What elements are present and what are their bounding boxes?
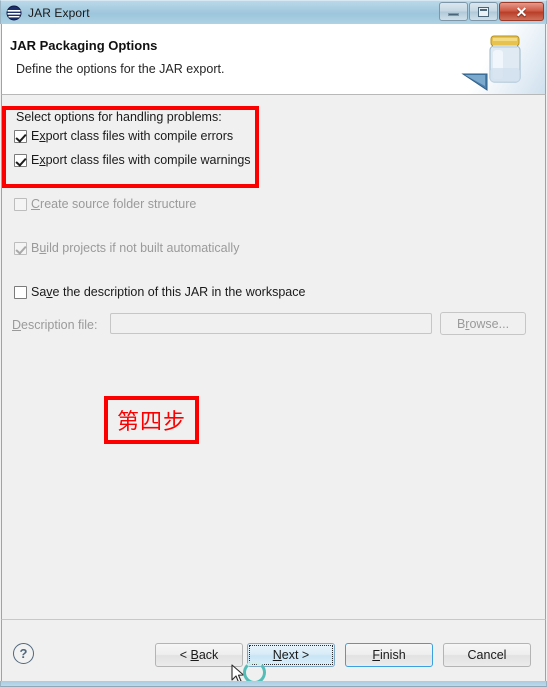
- window-bottom-chrome: [0, 681, 547, 687]
- window-title: JAR Export: [28, 5, 90, 20]
- checkbox-export-compile-errors[interactable]: Export class files with compile errors: [14, 129, 233, 143]
- page-title: JAR Packaging Options: [10, 38, 158, 53]
- jar-illustration-icon: [461, 35, 521, 91]
- checkbox-create-source-folder-structure: Create source folder structure: [14, 197, 196, 211]
- checkbox-label: Export class files with compile warnings: [31, 153, 251, 167]
- checkbox-save-description-in-workspace[interactable]: Save the description of this JAR in the …: [14, 285, 305, 299]
- checkbox-build-projects-if-not-built: Build projects if not built automaticall…: [14, 241, 239, 255]
- close-button[interactable]: ✕: [499, 2, 544, 21]
- description-file-input[interactable]: [110, 313, 432, 334]
- checkbox-box-icon[interactable]: [14, 130, 27, 143]
- checkbox-export-compile-warnings[interactable]: Export class files with compile warnings: [14, 153, 251, 167]
- checkbox-box-icon: [14, 242, 27, 255]
- checkbox-label: Build projects if not built automaticall…: [31, 241, 240, 255]
- page-subtitle: Define the options for the JAR export.: [16, 62, 225, 76]
- cancel-button-label: Cancel: [467, 648, 507, 662]
- jar-export-icon: [6, 5, 22, 20]
- title-bar[interactable]: JAR Export ✕: [0, 0, 547, 24]
- back-button-label: < Back: [179, 648, 219, 662]
- checkbox-box-icon[interactable]: [14, 154, 27, 167]
- minimize-icon: [448, 13, 459, 16]
- help-icon[interactable]: ?: [13, 643, 34, 664]
- checkbox-box-icon: [14, 198, 27, 211]
- browse-button[interactable]: Browse...: [440, 312, 526, 335]
- jar-export-dialog: JAR Export ✕ JAR Packaging Options Defin…: [0, 0, 547, 687]
- options-group-caption: Select options for handling problems:: [16, 110, 222, 124]
- maximize-icon: [478, 6, 489, 17]
- next-button[interactable]: Next >: [247, 643, 335, 667]
- finish-button[interactable]: Finish: [345, 643, 433, 667]
- maximize-button[interactable]: [469, 2, 498, 21]
- browse-button-label: Browse...: [456, 316, 510, 331]
- next-button-label: Next >: [272, 648, 310, 662]
- checkbox-label: Export class files with compile errors: [31, 129, 234, 143]
- minimize-button[interactable]: [439, 2, 468, 21]
- checkbox-label: Save the description of this JAR in the …: [31, 285, 306, 299]
- window-controls: ✕: [438, 2, 544, 21]
- header-artwork: [455, 24, 545, 94]
- annotation-step-label: 第四步: [116, 410, 186, 435]
- description-file-label: Description file:: [12, 318, 98, 332]
- finish-button-label: Finish: [372, 648, 406, 662]
- back-button[interactable]: < Back: [155, 643, 243, 667]
- checkbox-label: Create source folder structure: [31, 197, 197, 211]
- wizard-header: JAR Packaging Options Define the options…: [1, 24, 546, 95]
- cancel-button[interactable]: Cancel: [443, 643, 531, 667]
- close-icon: ✕: [515, 3, 528, 20]
- options-content: Select options for handling problems: Ex…: [1, 95, 546, 619]
- checkbox-box-icon[interactable]: [14, 286, 27, 299]
